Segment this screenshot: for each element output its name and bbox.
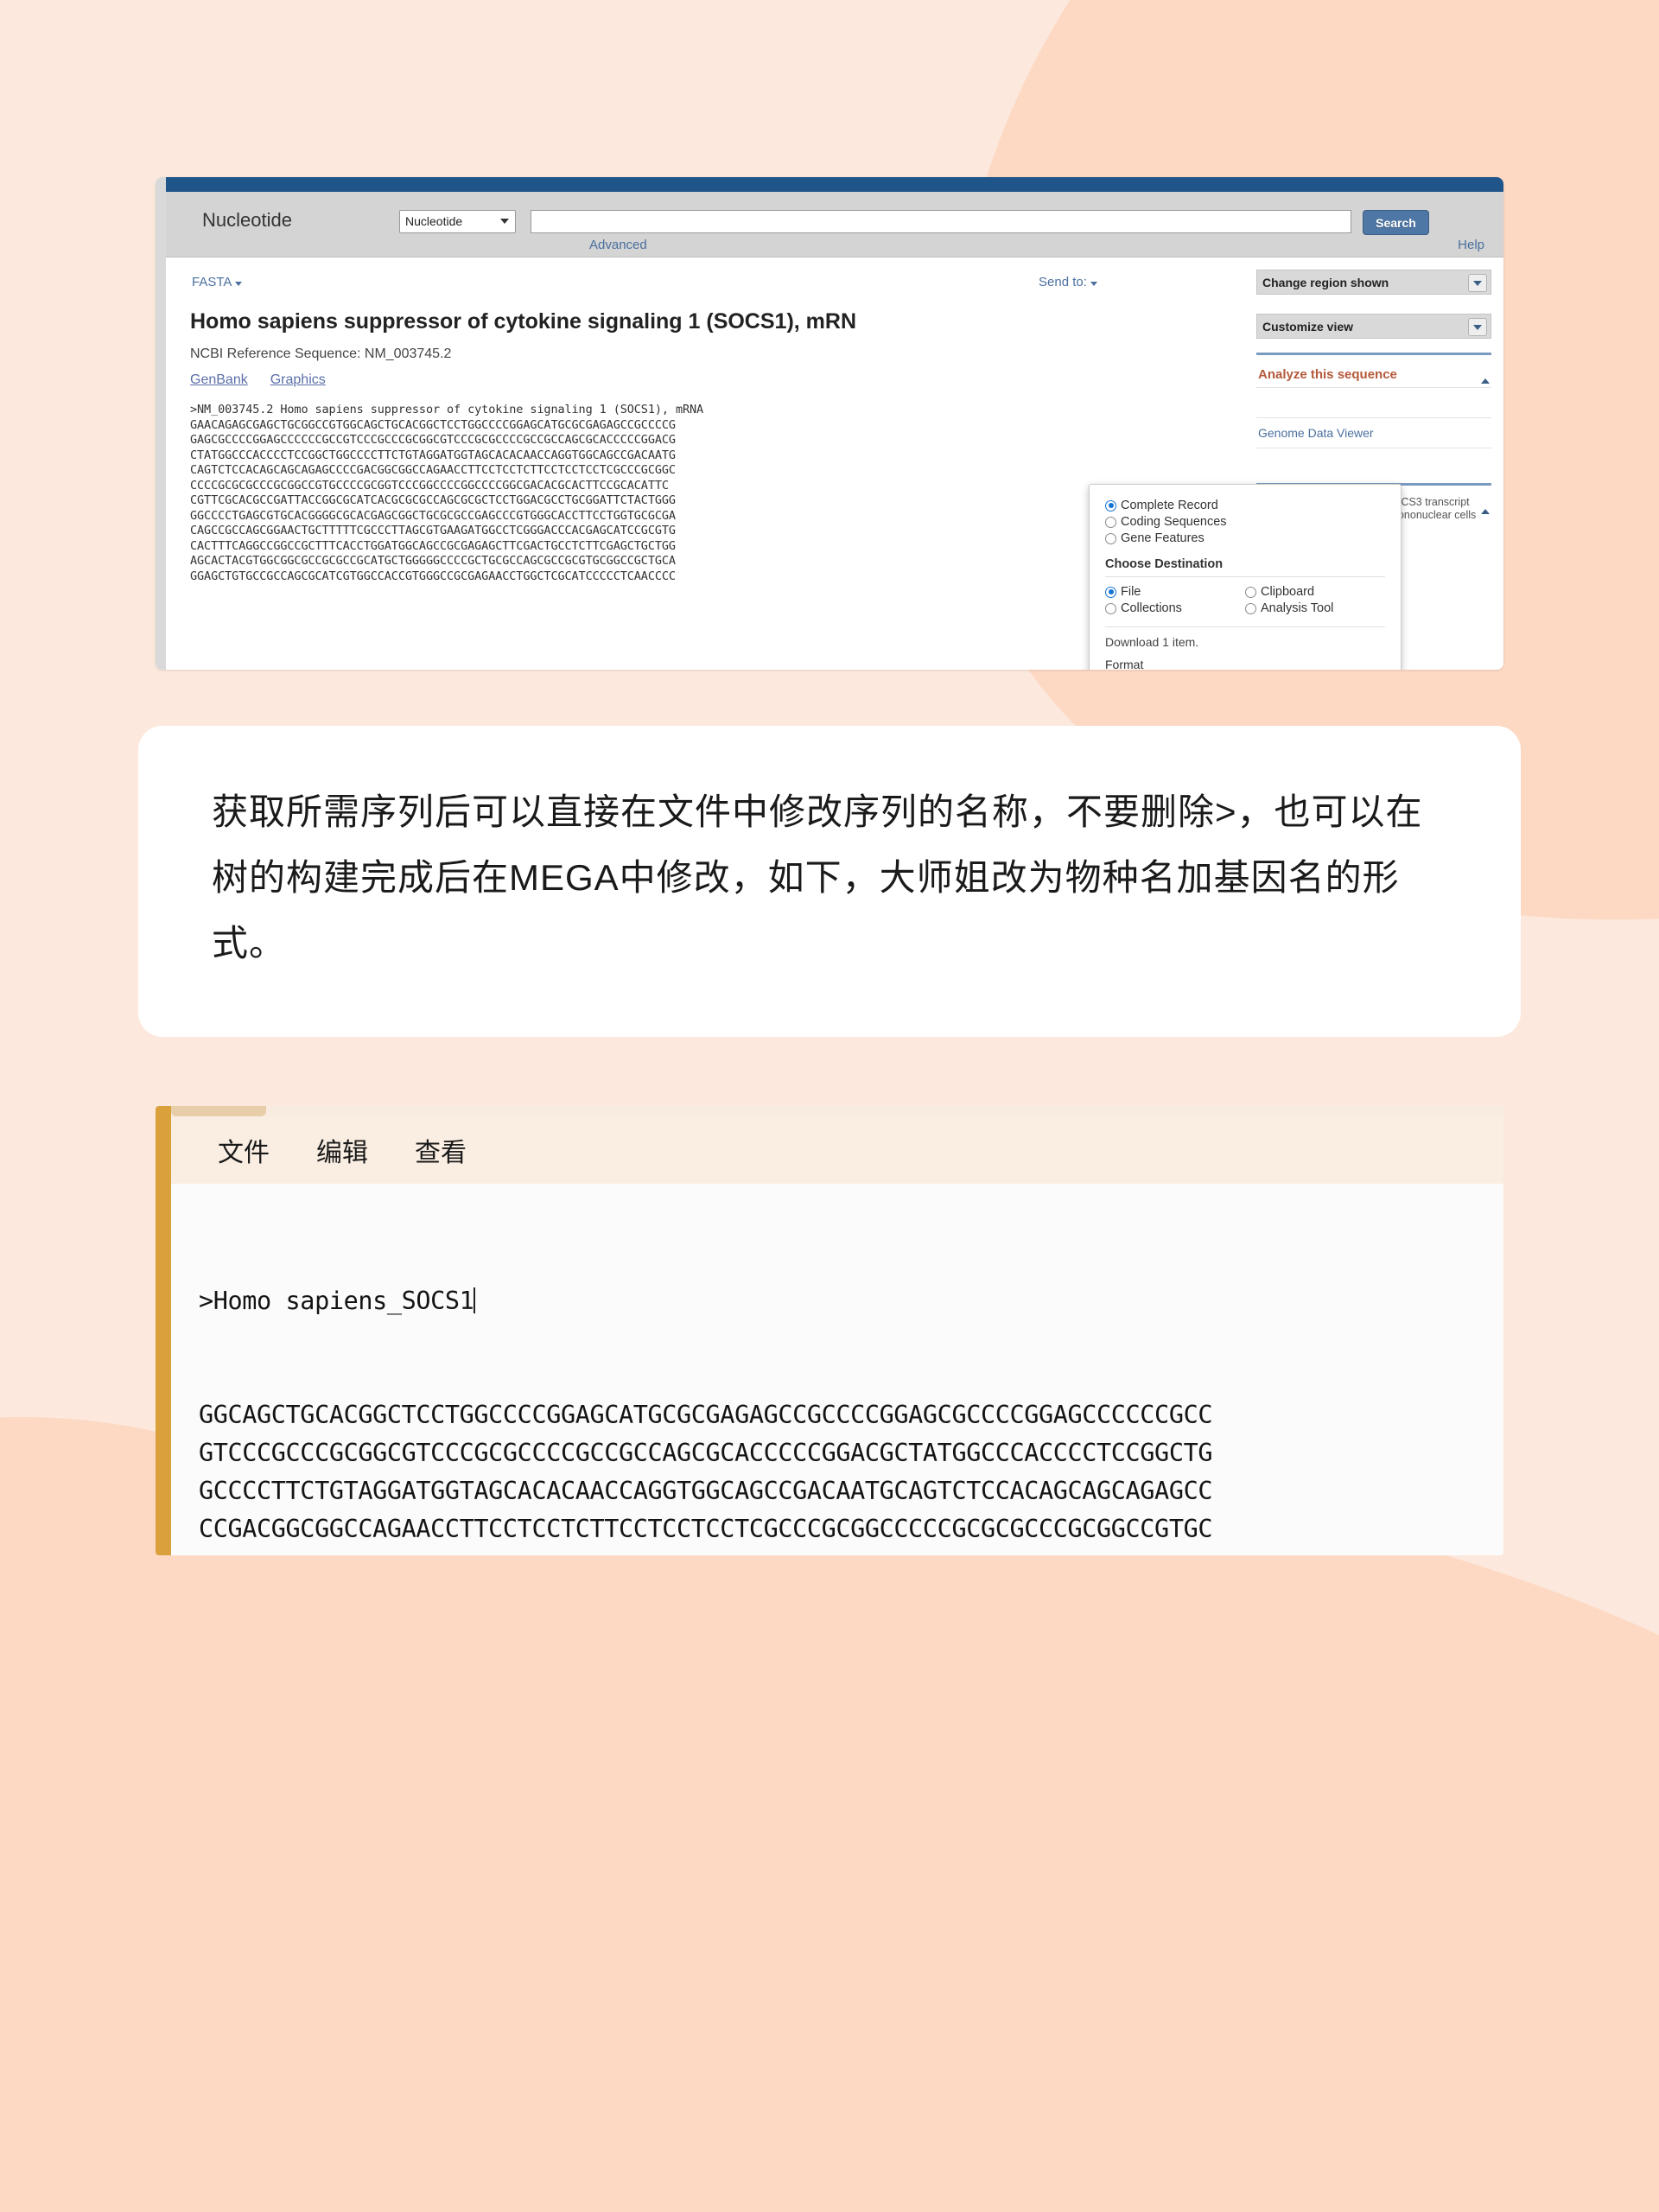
- radio-icon[interactable]: [1105, 586, 1116, 598]
- ncbi-search-zone: Nucleotide Nucleotide Search Advanced He…: [166, 192, 1503, 257]
- option-label: Gene Features: [1121, 531, 1205, 545]
- format-dropdown-label: FASTA: [192, 275, 232, 289]
- chevron-down-icon: [500, 219, 509, 224]
- editor-sequence-lines: GGCAGCTGCACGGCTCCTGGCCCCGGAGCATGCGCGAGAG…: [199, 1401, 1213, 1555]
- option-complete-record[interactable]: Complete Record: [1105, 499, 1385, 512]
- fasta-header-text: >Homo sapiens_SOCS1: [199, 1287, 474, 1315]
- change-region-label: Change region shown: [1262, 275, 1389, 289]
- send-to-popup[interactable]: Complete Record Coding Sequences Gene Fe…: [1089, 484, 1402, 670]
- radio-icon[interactable]: [1105, 516, 1116, 528]
- editor-content: >Homo sapiens_SOCS1 GGCAGCTGCACGGCTCCTGG…: [199, 1206, 1503, 1555]
- editor-menu-bar: 文件 编辑 查看: [171, 1116, 1503, 1185]
- search-button[interactable]: Search: [1363, 210, 1429, 235]
- radio-icon[interactable]: [1105, 602, 1116, 614]
- popup-divider: [1105, 626, 1385, 627]
- menu-file[interactable]: 文件: [218, 1131, 270, 1169]
- choose-destination-title: Choose Destination: [1105, 557, 1224, 571]
- editor-accent-bar: [156, 1106, 171, 1555]
- editor-header-line: >Homo sapiens_SOCS1: [199, 1282, 1503, 1320]
- sidebar-row[interactable]: Find in this Sequence: [1256, 448, 1491, 478]
- editor-active-tab[interactable]: [171, 1106, 266, 1116]
- help-link[interactable]: Help: [1458, 238, 1484, 252]
- graphics-link[interactable]: Graphics: [270, 372, 326, 387]
- database-select-value: Nucleotide: [405, 214, 463, 228]
- panel-collapse-button[interactable]: [1481, 494, 1490, 514]
- ncbi-header-bar: [166, 177, 1503, 192]
- text-cursor: [474, 1287, 476, 1313]
- chevron-up-icon: [1481, 494, 1490, 514]
- record-links: GenBank Graphics: [190, 372, 348, 388]
- format-dropdown-link[interactable]: FASTA: [192, 275, 243, 289]
- customize-view-label: Customize view: [1262, 319, 1354, 334]
- radio-icon[interactable]: [1105, 499, 1116, 512]
- menu-edit[interactable]: 编辑: [316, 1131, 368, 1169]
- sidebar-row[interactable]: Run BLAST: [1256, 387, 1491, 417]
- record-title: Homo sapiens suppressor of cytokine sign…: [190, 309, 856, 334]
- reference-sequence-id: NCBI Reference Sequence: NM_003745.2: [190, 346, 452, 361]
- note-text: 获取所需序列后可以直接在文件中修改序列的名称，不要删除>，也可以在树的构建完成后…: [212, 791, 1423, 963]
- change-region-panel-header[interactable]: Change region shown: [1256, 270, 1491, 295]
- genome-data-viewer-row[interactable]: Genome Data Viewer: [1256, 417, 1491, 448]
- fasta-sequence-text: >NM_003745.2 Homo sapiens suppressor of …: [190, 403, 704, 583]
- destination-collections[interactable]: Collections: [1105, 601, 1245, 615]
- chevron-down-icon: [1473, 280, 1482, 286]
- format-label: Format: [1105, 658, 1144, 670]
- chevron-down-icon: [1473, 324, 1482, 330]
- analyze-sequence-title: Analyze this sequence: [1258, 367, 1397, 382]
- note-card: 获取所需序列后可以直接在文件中修改序列的名称，不要删除>，也可以在树的构建完成后…: [138, 726, 1521, 1037]
- analyze-sequence-section: Analyze this sequence Run BLAST Genome D…: [1256, 355, 1491, 478]
- ncbi-screenshot-card: Nucleotide Nucleotide Search Advanced He…: [156, 177, 1503, 670]
- database-select[interactable]: Nucleotide: [399, 210, 516, 233]
- panel-expand-button[interactable]: [1468, 274, 1487, 292]
- text-editor-window: 文件 编辑 查看 >Homo sapiens_SOCS1 GGCAGCTGCAC…: [156, 1106, 1503, 1555]
- download-note: Download 1 item.: [1105, 635, 1199, 649]
- option-coding-sequences[interactable]: Coding Sequences: [1105, 515, 1385, 529]
- menu-view[interactable]: 查看: [415, 1131, 467, 1169]
- send-to-link[interactable]: Send to:: [1039, 275, 1097, 289]
- destination-clipboard[interactable]: Clipboard: [1245, 585, 1385, 599]
- advanced-search-link[interactable]: Advanced: [589, 238, 647, 252]
- destination-label: File: [1121, 585, 1141, 599]
- destination-analysis-tool[interactable]: Analysis Tool: [1245, 601, 1385, 615]
- option-label: Coding Sequences: [1121, 515, 1227, 529]
- chevron-down-icon: [235, 282, 243, 286]
- destination-label: Analysis Tool: [1261, 601, 1334, 615]
- radio-icon[interactable]: [1105, 532, 1116, 544]
- panel-collapse-button[interactable]: [1481, 364, 1490, 384]
- destination-label: Collections: [1121, 601, 1182, 615]
- database-title: Nucleotide: [202, 209, 292, 231]
- panel-expand-button[interactable]: [1468, 318, 1487, 336]
- customize-view-panel-header[interactable]: Customize view: [1256, 314, 1491, 339]
- radio-icon[interactable]: [1245, 602, 1256, 614]
- chevron-up-icon: [1481, 364, 1490, 384]
- radio-icon[interactable]: [1245, 586, 1256, 598]
- genbank-link[interactable]: GenBank: [190, 372, 248, 387]
- popup-divider: [1105, 576, 1385, 577]
- destination-label: Clipboard: [1261, 585, 1315, 599]
- option-label: Complete Record: [1121, 499, 1218, 512]
- send-to-label: Send to:: [1039, 275, 1087, 289]
- editor-tab-strip: [171, 1106, 1503, 1116]
- editor-text-area[interactable]: >Homo sapiens_SOCS1 GGCAGCTGCACGGCTCCTGG…: [171, 1184, 1503, 1555]
- destination-file[interactable]: File: [1105, 585, 1245, 599]
- chevron-down-icon: [1090, 282, 1097, 286]
- search-input[interactable]: [531, 210, 1351, 233]
- option-gene-features[interactable]: Gene Features: [1105, 531, 1385, 545]
